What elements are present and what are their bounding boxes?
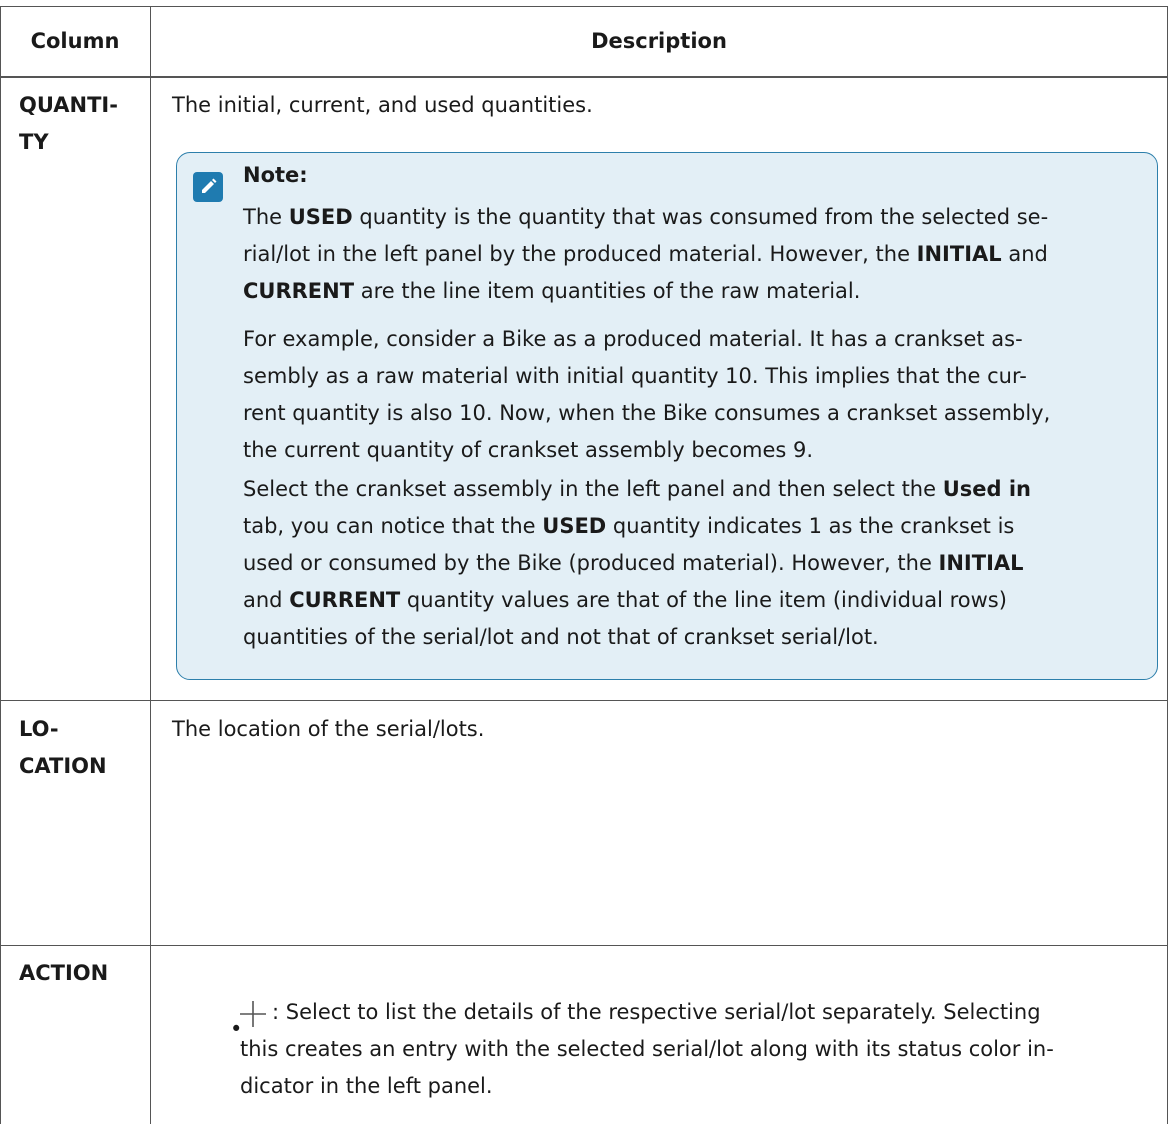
row-action-column-name: ACTION: [19, 961, 109, 985]
note-paragraph-1: The USED quantity is the quantity that w…: [243, 205, 1049, 303]
note-paragraph-3: Select the crankset assembly in the left…: [243, 477, 1032, 649]
table-border-left: [0, 6, 1, 1124]
action-description-line3: dicator in the left panel.: [240, 1074, 493, 1098]
table-border-top: [0, 6, 1168, 7]
action-description: : Select to list the details of the resp…: [240, 994, 1160, 1105]
note-paragraph-2: For example, consider a Bike as a produc…: [243, 327, 1051, 462]
header-column: Column: [30, 29, 120, 53]
row-location-name-line1: LO-: [19, 717, 59, 741]
row-location-column-name: LO- CATION: [19, 711, 139, 785]
pencil-note-icon: [193, 172, 223, 202]
row-location-description: The location of the serial/lots.: [172, 717, 485, 741]
table-column-divider: [150, 6, 151, 1124]
note-title: Note:: [243, 163, 308, 187]
row-quantity-name-line1: QUANTI-: [19, 93, 118, 117]
action-description-line2: this creates an entry with the selected …: [240, 1037, 1054, 1061]
row-divider-location: [0, 945, 1168, 946]
header-description: Description: [591, 29, 727, 53]
row-quantity-name-line2: TY: [19, 130, 49, 154]
row-divider-quantity: [0, 700, 1168, 701]
header-divider: [0, 76, 1168, 78]
row-quantity-description: The initial, current, and used quantitie…: [172, 93, 593, 117]
row-quantity-column-name: QUANTI- TY: [19, 87, 139, 161]
row-location-name-line2: CATION: [19, 754, 107, 778]
action-description-line1: : Select to list the details of the resp…: [272, 1000, 1041, 1024]
